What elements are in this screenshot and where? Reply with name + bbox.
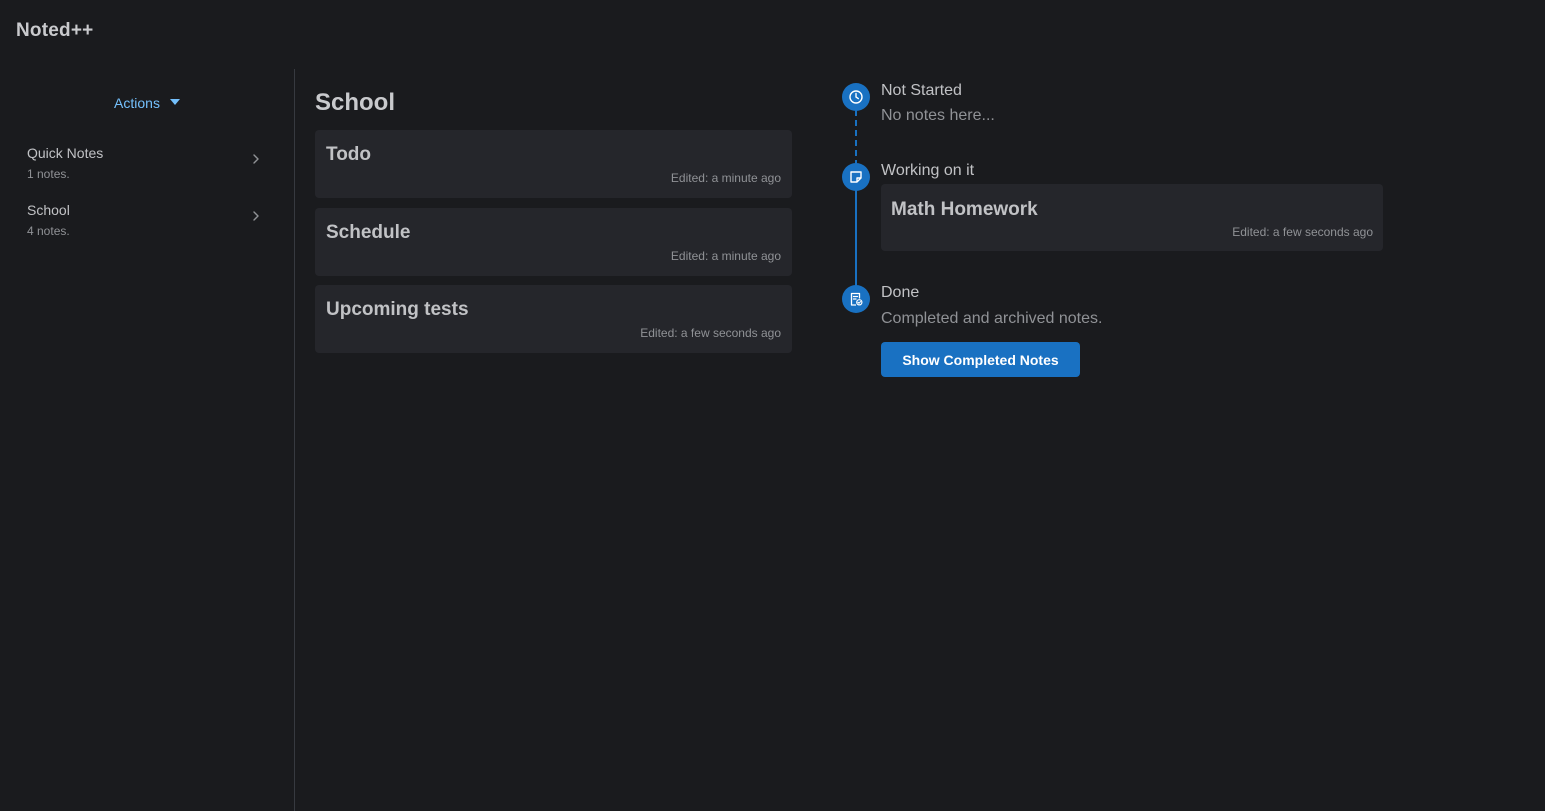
actions-label: Actions: [114, 95, 160, 111]
sidebar: Actions Quick Notes 1 notes. School 4 no…: [0, 69, 295, 811]
note-icon: [850, 171, 862, 183]
note-edited-time: Edited: a few seconds ago: [640, 326, 781, 340]
note-edited-time: Edited: a minute ago: [670, 171, 781, 185]
note-title: Schedule: [326, 222, 411, 243]
timeline-connector: [855, 190, 857, 286]
note-edited-time: Edited: a minute ago: [670, 249, 781, 263]
note-title: Todo: [326, 144, 372, 165]
caret-down-icon: [169, 99, 180, 105]
note-card[interactable]: Todo Edited: a minute ago: [315, 130, 792, 198]
note-card[interactable]: Schedule Edited: a minute ago: [315, 208, 792, 276]
stage-title-working: Working on it: [881, 162, 975, 179]
show-completed-notes-button[interactable]: Show Completed Notes: [881, 342, 1080, 377]
timeline-bullet-not-started: [842, 83, 870, 111]
timeline-bullet-working: [842, 163, 870, 191]
sidebar-item-school[interactable]: School 4 notes.: [0, 202, 294, 246]
stage-description-not-started: No notes here...: [881, 107, 995, 124]
stage-title-done: Done: [881, 284, 920, 301]
chevron-right-icon: [253, 211, 259, 221]
app-title: Noted++: [16, 20, 94, 41]
note-card[interactable]: Math Homework Edited: a few seconds ago: [881, 184, 1383, 251]
timeline-connector-dashed: [855, 110, 857, 166]
sidebar-item-count: 1 notes.: [27, 167, 70, 181]
sidebar-item-quick-notes[interactable]: Quick Notes 1 notes.: [0, 145, 294, 189]
sidebar-item-label: School: [27, 202, 70, 218]
stage-description-done: Completed and archived notes.: [881, 310, 1103, 327]
sidebar-item-count: 4 notes.: [27, 224, 70, 238]
stage-title-not-started: Not Started: [881, 82, 962, 99]
note-card[interactable]: Upcoming tests Edited: a few seconds ago: [315, 285, 792, 353]
note-edited-time: Edited: a few seconds ago: [1232, 225, 1373, 239]
note-title: Math Homework: [891, 199, 1038, 220]
note-title: Upcoming tests: [326, 299, 469, 320]
actions-menu-button[interactable]: Actions: [0, 93, 294, 113]
chevron-right-icon: [253, 154, 259, 164]
timeline-bullet-done: [842, 285, 870, 313]
clock-icon: [849, 90, 863, 104]
page-title: School: [315, 89, 396, 116]
report-check-icon: [850, 292, 863, 306]
sidebar-item-label: Quick Notes: [27, 145, 104, 161]
